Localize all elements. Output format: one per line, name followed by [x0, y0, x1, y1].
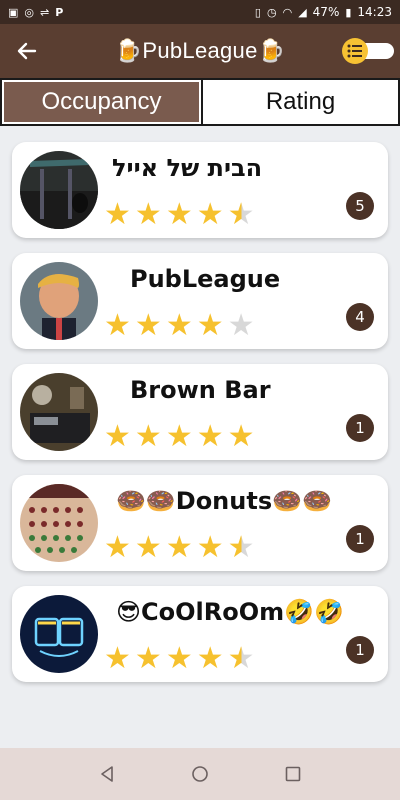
whatsapp-icon: ◎ — [24, 5, 35, 19]
star-full-icon: ★ — [104, 530, 131, 565]
star-half-icon: ★ — [227, 197, 255, 232]
rating-stars: ★ ★ ★ ★ ★ — [104, 311, 255, 341]
place-name: PubLeague — [130, 265, 281, 293]
battery-icon: ▮ — [345, 5, 352, 19]
star-full-icon: ★ — [134, 308, 162, 343]
status-right: ▯ ◷ ◠ ◢ 47% ▮ 14:23 — [255, 5, 392, 19]
star-full-icon: ★ — [165, 308, 193, 343]
app-bar: 🍺PubLeague🍺 — [0, 24, 400, 78]
tab-rating[interactable]: Rating — [201, 80, 398, 124]
star-full-icon: ★ — [165, 641, 193, 676]
image-icon: ▣ — [8, 5, 19, 19]
place-avatar — [20, 595, 98, 673]
nav-recents-button[interactable] — [275, 756, 311, 792]
place-name: Brown Bar — [130, 376, 271, 404]
signal-icon: ◢ — [298, 5, 307, 19]
star-full-icon: ★ — [227, 419, 255, 454]
star-full-icon: ★ — [196, 641, 224, 676]
status-bar: ▣ ◎ ⇌ P ▯ ◷ ◠ ◢ 47% ▮ 14:23 — [0, 0, 400, 24]
nav-back-icon — [100, 766, 113, 782]
review-count-badge: 1 — [346, 636, 374, 664]
star-full-icon: ★ — [134, 530, 162, 565]
alarm-icon: ◷ — [266, 5, 277, 19]
star-full-icon: ★ — [165, 419, 193, 454]
vibrate-icon: ▯ — [254, 5, 261, 19]
star-half-icon: ★ — [227, 641, 255, 676]
nav-home-icon — [192, 766, 208, 782]
place-list: הבית של אייל ★ ★ ★ ★ ★ 5 PubLeague ★ ★ ★ ★ ★ 4 — [12, 142, 388, 697]
usb-icon: ⇌ — [40, 5, 50, 19]
app-title: 🍺PubLeague🍺 — [114, 38, 286, 63]
list-icon — [347, 44, 362, 58]
star-full-icon: ★ — [104, 641, 131, 676]
p-icon: P — [55, 5, 64, 19]
place-name: 😎CoOlRoOm🤣🤣 — [116, 598, 344, 626]
review-count-badge: 5 — [346, 192, 374, 220]
battery-percentage: 47% — [312, 5, 340, 19]
star-full-icon: ★ — [134, 641, 162, 676]
star-full-icon: ★ — [134, 197, 162, 232]
view-toggle[interactable] — [342, 38, 396, 64]
star-full-icon: ★ — [196, 419, 224, 454]
rating-stars: ★ ★ ★ ★ ★ — [104, 644, 255, 674]
tab-bar: Occupancy Rating — [0, 78, 400, 126]
status-time: 14:23 — [357, 5, 392, 19]
star-full-icon: ★ — [165, 530, 193, 565]
place-card[interactable]: Brown Bar ★ ★ ★ ★ ★ 1 — [12, 364, 388, 460]
place-card[interactable]: 😎CoOlRoOm🤣🤣 ★ ★ ★ ★ ★ 1 — [12, 586, 388, 682]
place-name: 🍩🍩Donuts🍩🍩 — [116, 487, 332, 515]
nav-recents-icon — [286, 766, 301, 782]
star-empty-icon: ★ — [227, 308, 255, 343]
tab-occupancy[interactable]: Occupancy — [2, 80, 201, 124]
star-full-icon: ★ — [165, 197, 193, 232]
place-card[interactable]: הבית של אייל ★ ★ ★ ★ ★ 5 — [12, 142, 388, 238]
system-nav-bar — [0, 748, 400, 800]
star-half-icon: ★ — [227, 530, 255, 565]
star-full-icon: ★ — [134, 419, 162, 454]
wifi-icon: ◠ — [282, 5, 293, 19]
star-full-icon: ★ — [196, 308, 224, 343]
star-full-icon: ★ — [104, 308, 131, 343]
star-full-icon: ★ — [104, 197, 131, 232]
status-left: ▣ ◎ ⇌ P — [8, 7, 63, 18]
place-card[interactable]: PubLeague ★ ★ ★ ★ ★ 4 — [12, 253, 388, 349]
review-count-badge: 1 — [346, 525, 374, 553]
star-full-icon: ★ — [104, 419, 131, 454]
rating-stars: ★ ★ ★ ★ ★ — [104, 422, 255, 452]
star-full-icon: ★ — [196, 530, 224, 565]
place-avatar — [20, 151, 98, 229]
place-avatar — [20, 484, 98, 562]
rating-stars: ★ ★ ★ ★ ★ — [104, 533, 255, 563]
place-name: הבית של אייל — [112, 154, 263, 182]
back-button[interactable] — [12, 36, 42, 66]
review-count-badge: 1 — [346, 414, 374, 442]
toggle-knob — [342, 38, 368, 64]
arrow-left-icon — [17, 42, 37, 60]
place-card[interactable]: 🍩🍩Donuts🍩🍩 ★ ★ ★ ★ ★ 1 — [12, 475, 388, 571]
nav-home-button[interactable] — [182, 756, 218, 792]
place-avatar — [20, 262, 98, 340]
star-full-icon: ★ — [196, 197, 224, 232]
review-count-badge: 4 — [346, 303, 374, 331]
place-avatar — [20, 373, 98, 451]
nav-back-button[interactable] — [89, 756, 125, 792]
rating-stars: ★ ★ ★ ★ ★ — [104, 200, 255, 230]
